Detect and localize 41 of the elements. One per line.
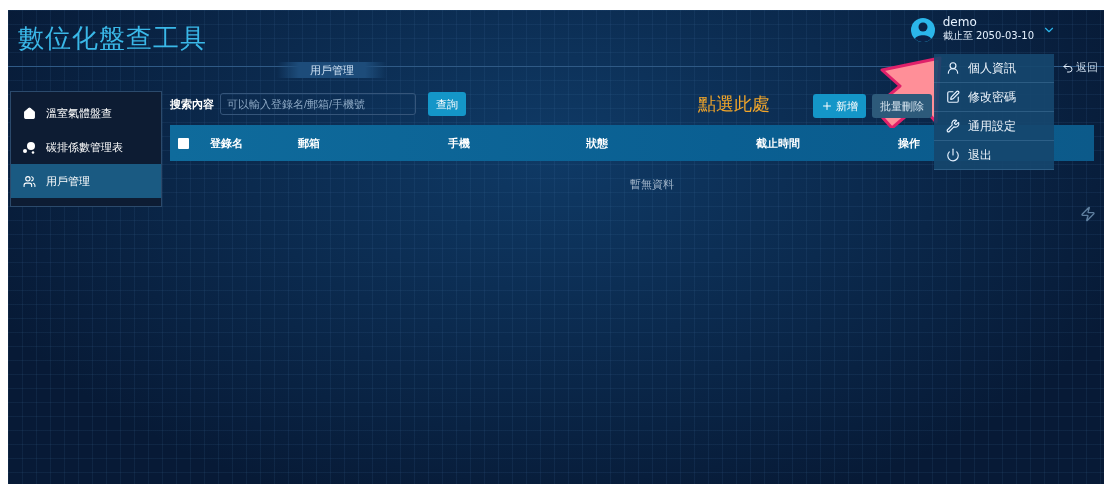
plus-icon	[821, 100, 833, 112]
sidebar-item[interactable]: 溫室氣體盤查	[11, 96, 161, 130]
home-icon	[23, 106, 36, 120]
undo-arrow-icon	[1062, 61, 1074, 74]
column-header: 郵箱	[298, 135, 321, 151]
sidebar-item[interactable]: 用戶管理	[11, 164, 161, 198]
sidebar-item-label: 溫室氣體盤查	[46, 105, 112, 121]
column-header: 操作	[898, 135, 921, 151]
column-header: 狀態	[586, 135, 609, 151]
column-header: 手機	[448, 135, 471, 151]
dots-icon	[23, 140, 36, 154]
menu-item[interactable]: 通用設定	[934, 112, 1054, 141]
menu-item-label: 個人資訊	[968, 59, 1016, 77]
app-title: 數位化盤查工具	[18, 22, 207, 55]
user-expiry: 截止至 2050-03-10	[942, 29, 1034, 43]
lightning-icon[interactable]	[1080, 206, 1096, 222]
menu-item-label: 退出	[968, 146, 992, 164]
power-icon	[946, 148, 960, 162]
menu-item[interactable]: 退出	[934, 141, 1054, 170]
column-header: 截止時間	[756, 135, 801, 151]
annotation-text: 點選此處	[698, 92, 770, 116]
empty-message: 暫無資料	[629, 177, 675, 192]
batch-delete-button[interactable]: 批量刪除	[872, 94, 932, 118]
search-field[interactable]: 可以輸入登錄名/郵箱/手機號	[220, 93, 416, 115]
sidebar-item-label: 用戶管理	[46, 173, 90, 189]
person-icon	[946, 61, 960, 75]
wrench-icon	[946, 119, 960, 133]
avatar-icon[interactable]	[910, 17, 935, 42]
search-label: 搜索內容	[170, 96, 214, 112]
users-icon	[23, 174, 36, 188]
sidebar-item[interactable]: 碳排係數管理表	[11, 130, 161, 164]
menu-item[interactable]: 修改密碼	[934, 83, 1054, 112]
edit-icon	[946, 90, 960, 104]
menu-item[interactable]: 個人資訊	[934, 54, 1054, 83]
menu-item-label: 修改密碼	[968, 88, 1016, 106]
select-all-checkbox[interactable]	[178, 137, 189, 149]
user-name: demo	[942, 16, 978, 29]
menu-item-label: 通用設定	[968, 117, 1016, 135]
back-button[interactable]: 返回	[1062, 60, 1098, 75]
sidebar-item-label: 碳排係數管理表	[46, 139, 123, 155]
column-header: 登錄名	[210, 135, 244, 151]
